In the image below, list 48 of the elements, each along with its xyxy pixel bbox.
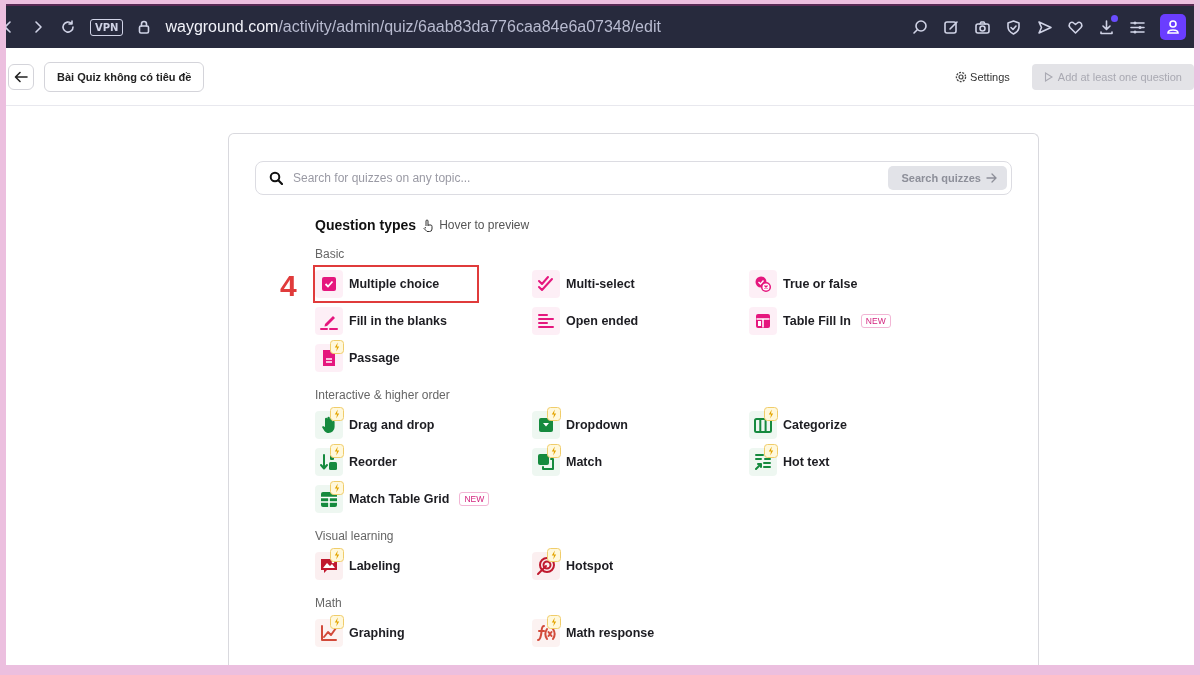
question-type-option[interactable]: Graphing <box>315 616 413 650</box>
question-type-option[interactable]: Math response <box>532 616 663 650</box>
settings-icon <box>955 70 968 83</box>
search-icon <box>269 171 283 185</box>
vpn-badge[interactable]: VPN <box>90 18 124 36</box>
question-type-option[interactable]: Dropdown <box>532 408 636 442</box>
arrow-right-icon <box>986 173 997 183</box>
download-icon[interactable] <box>1098 18 1115 36</box>
search-icon[interactable] <box>912 18 929 36</box>
send-icon[interactable] <box>1036 18 1053 36</box>
profile-button[interactable] <box>1160 14 1186 40</box>
question-type-option[interactable]: Multi-select <box>532 267 643 301</box>
question-type-option[interactable]: Hot text <box>749 445 838 479</box>
step-number: 4 <box>280 271 297 301</box>
new-badge: NEW <box>860 314 891 328</box>
question-type-option[interactable]: Match <box>532 445 611 479</box>
new-badge: NEW <box>459 492 490 506</box>
reload-icon[interactable] <box>60 19 76 35</box>
question-type-option[interactable]: Hotspot <box>532 549 622 583</box>
category-label: Interactive & higher order <box>315 388 451 402</box>
hint-text: Hover to preview <box>439 218 530 232</box>
question-type-option[interactable]: Reorder <box>315 445 405 479</box>
section-heading: Question types <box>315 217 417 233</box>
question-type-option[interactable]: Match Table Grid NEW <box>315 482 498 516</box>
shield-icon[interactable] <box>1005 18 1022 36</box>
play-icon <box>1043 71 1053 82</box>
category-label: Visual learning <box>315 529 395 543</box>
settings-button[interactable]: Settings <box>955 70 1010 83</box>
address-bar[interactable]: wayground.com/activity/admin/quiz/6aab83da776caa84e6a07348/edit <box>165 18 898 36</box>
question-type-option[interactable]: Fill in the blanks <box>315 304 455 338</box>
question-type-option[interactable]: Table Fill In NEW <box>749 304 899 338</box>
question-type-option[interactable]: Multiple choice <box>315 267 477 301</box>
question-type-option[interactable]: Categorize <box>749 408 855 442</box>
question-type-option[interactable]: Drag and drop <box>315 408 443 442</box>
category-label: Basic <box>315 247 346 261</box>
question-type-option[interactable]: Open ended <box>532 304 647 338</box>
camera-icon[interactable] <box>974 18 991 36</box>
question-type-option[interactable]: Labeling <box>315 549 409 583</box>
back-button[interactable] <box>8 63 34 90</box>
user-icon <box>1166 19 1180 35</box>
arrow-left-icon <box>14 70 28 83</box>
quiz-title-button[interactable]: Bài Quiz không có tiêu đề <box>44 61 205 92</box>
question-type-option[interactable]: Passage <box>315 341 408 375</box>
question-type-option[interactable]: True or false <box>749 267 866 301</box>
pointer-hand-icon <box>422 218 434 232</box>
category-label: Math <box>315 596 343 610</box>
lock-icon <box>137 19 152 35</box>
edit-icon[interactable] <box>943 18 960 36</box>
